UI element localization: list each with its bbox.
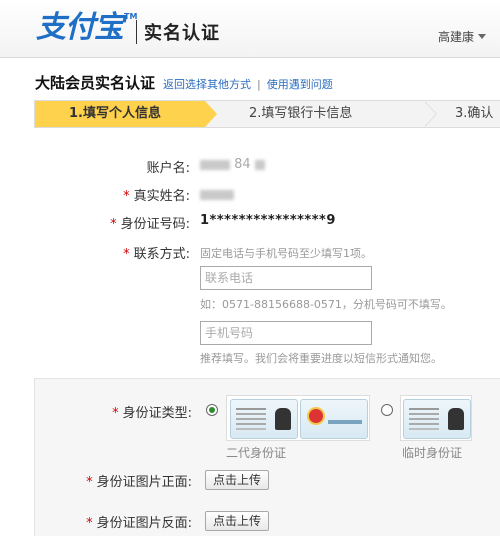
alt-links: 返回选择其他方式 | 使用遇到问题: [163, 76, 333, 92]
step-2: 2.填写银行卡信息: [249, 106, 353, 121]
account-label: 账户名:: [146, 161, 190, 176]
header: 支付宝 TM 实名认证 高建康: [0, 0, 500, 58]
id-card-temp-image: [400, 395, 472, 441]
id-label: * 身份证号码:: [40, 213, 190, 232]
phone-input[interactable]: [200, 266, 372, 290]
mobile-hint: 推荐填写。我们会将重要进度以短信形式通知您。: [200, 352, 442, 365]
user-name: 高建康: [437, 30, 474, 44]
id-card-gen2-image: [226, 395, 370, 441]
step-separator-icon: [424, 101, 437, 127]
step-3: 3.确认信: [455, 106, 494, 121]
required-mark: *: [110, 217, 117, 232]
required-mark: *: [123, 247, 130, 262]
account-value: 84: [200, 157, 265, 172]
step-1: 1.填写个人信息: [35, 101, 217, 127]
link-other-method[interactable]: 返回选择其他方式: [163, 76, 251, 92]
chevron-down-icon: [478, 34, 486, 39]
link-help[interactable]: 使用遇到问题: [267, 76, 333, 92]
realname-label-text: 真实姓名:: [133, 189, 190, 204]
back-label: * 身份证图片反面:: [42, 512, 192, 531]
contact-hint: 固定电话与手机号码至少填写1项。: [200, 247, 372, 260]
id-card-front-icon: [300, 399, 368, 439]
page-title: 大陆会员实名认证: [35, 74, 156, 92]
id-label-text: 身份证号码:: [120, 217, 190, 232]
required-mark: *: [86, 516, 93, 531]
front-label-text: 身份证图片正面:: [96, 475, 192, 490]
contact-label: * 联系方式:: [40, 243, 190, 262]
id-value: 1****************9: [200, 213, 336, 228]
logo-text: 支付宝: [36, 10, 124, 45]
contact-label-text: 联系方式:: [133, 247, 190, 262]
caption-gen2: 二代身份证: [226, 446, 287, 460]
blurred-text: [200, 159, 230, 170]
back-label-text: 身份证图片反面:: [96, 516, 192, 531]
radio-temp-id[interactable]: [381, 404, 393, 416]
page-heading: 大陆会员实名认证 返回选择其他方式 | 使用遇到问题: [35, 72, 333, 93]
realname-value: [200, 187, 234, 202]
caption-temp: 临时身份证: [402, 446, 463, 460]
mobile-input[interactable]: [200, 321, 372, 345]
header-divider: [136, 20, 137, 44]
id-type-label-text: 身份证类型:: [122, 406, 192, 421]
upload-front-button[interactable]: 点击上传: [205, 470, 270, 490]
required-mark: *: [123, 189, 130, 204]
blurred-text: [254, 159, 265, 170]
id-type-label: * 身份证类型:: [42, 402, 192, 421]
account-visible-part: 84: [234, 157, 251, 172]
alipay-logo[interactable]: 支付宝 TM: [36, 10, 137, 46]
link-separator: |: [257, 78, 261, 91]
upload-back-button[interactable]: 点击上传: [205, 511, 270, 531]
front-label: * 身份证图片正面:: [42, 471, 192, 490]
required-mark: *: [86, 475, 93, 490]
radio-gen2-id[interactable]: [206, 404, 218, 416]
phone-hint: 如：0571-88156688-0571，分机号码可不填写。: [200, 298, 452, 311]
id-card-back-icon: [230, 399, 298, 439]
temp-id-card-icon: [403, 399, 471, 439]
progress-steps: 1.填写个人信息 2.填写银行卡信息 3.确认信: [34, 100, 500, 128]
required-mark: *: [112, 406, 119, 421]
realname-label: * 真实姓名:: [40, 185, 190, 204]
header-title: 实名认证: [144, 23, 220, 44]
blurred-text: [200, 189, 234, 200]
user-menu[interactable]: 高建康: [438, 28, 486, 45]
